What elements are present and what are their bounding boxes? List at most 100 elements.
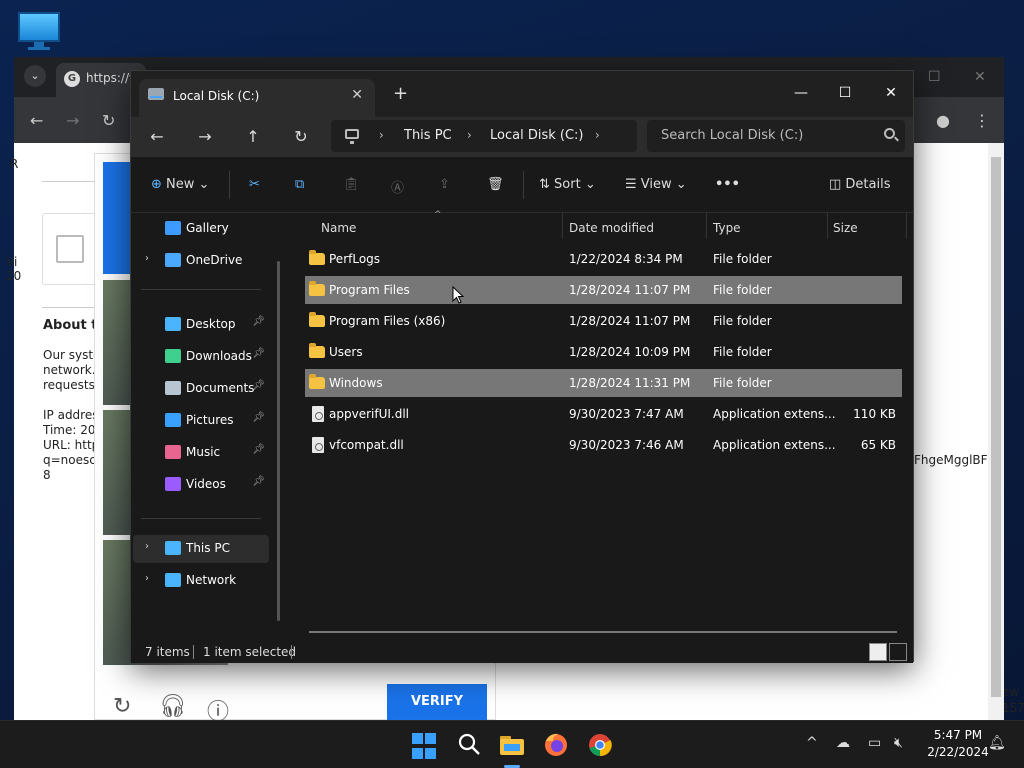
chrome-icon[interactable] bbox=[586, 731, 614, 759]
close-tab-icon[interactable]: ✕ bbox=[351, 87, 363, 103]
browser-close-icon[interactable]: ✕ bbox=[974, 69, 986, 85]
cut-icon[interactable]: ✂ bbox=[249, 177, 260, 192]
browser-maximize-icon[interactable]: ☐ bbox=[928, 69, 941, 85]
nav-item-label: OneDrive bbox=[186, 253, 243, 267]
nav-item-documents[interactable]: Documents 📌︎ bbox=[133, 375, 269, 403]
file-name: Users bbox=[329, 345, 363, 359]
chevron-up-icon[interactable]: ^ bbox=[806, 735, 818, 751]
file-row[interactable]: appverifUI.dll 9/30/2023 7:47 AM Applicati… bbox=[305, 400, 902, 428]
volume-icon[interactable]: 🔇︎ bbox=[894, 735, 903, 751]
file-type: Application extens... bbox=[713, 407, 836, 421]
nav-scrollbar[interactable] bbox=[277, 261, 280, 621]
horizontal-scrollbar[interactable] bbox=[309, 631, 897, 633]
captcha-checkbox[interactable] bbox=[56, 235, 84, 263]
computer-icon bbox=[345, 129, 359, 144]
rename-icon[interactable]: Ⓐ bbox=[391, 177, 404, 196]
copy-icon[interactable]: ⧉ bbox=[295, 177, 304, 192]
file-explorer-icon[interactable] bbox=[498, 731, 526, 759]
browser-back-icon[interactable]: ← bbox=[30, 111, 43, 130]
search-icon[interactable] bbox=[456, 731, 484, 759]
new-tab-icon[interactable]: + bbox=[393, 83, 408, 104]
file-row[interactable]: PerfLogs 1/22/2024 8:34 PM File folder bbox=[305, 245, 902, 273]
nav-item-downloads[interactable]: Downloads 📌︎ bbox=[133, 343, 269, 371]
details-view-icon[interactable] bbox=[869, 643, 887, 661]
headphones-icon[interactable]: 🎧︎ bbox=[159, 694, 187, 719]
taskbar: ^ ☁ ▭ 🔇︎ 5:47 PM 2/22/2024 🔔︎ bbox=[0, 720, 1024, 768]
chevron-right-icon[interactable]: › bbox=[467, 128, 472, 142]
file-row[interactable]: Windows 1/28/2024 11:31 PM File folder bbox=[305, 369, 902, 397]
file-date: 9/30/2023 7:47 AM bbox=[569, 407, 684, 421]
nav-item-label: This PC bbox=[186, 541, 230, 555]
nav-item-videos[interactable]: Videos 📌︎ bbox=[133, 471, 269, 499]
sort-button[interactable]: ⇅ Sort ⌄ bbox=[539, 177, 596, 192]
details-button[interactable]: ◫ Details bbox=[829, 177, 891, 192]
breadcrumb[interactable]: › This PC › Local Disk (C:) › bbox=[331, 120, 637, 152]
download-icon bbox=[165, 349, 181, 363]
nav-item-music[interactable]: Music 📌︎ bbox=[133, 439, 269, 467]
browser-scrollbar[interactable] bbox=[988, 143, 1004, 720]
browser-forward-icon[interactable]: → bbox=[66, 111, 79, 130]
chevron-right-icon[interactable]: › bbox=[595, 128, 600, 142]
videos-icon bbox=[165, 477, 181, 491]
chevron-right-icon[interactable]: › bbox=[145, 253, 149, 264]
new-button[interactable]: ⊕ New ⌄ bbox=[151, 177, 209, 192]
forward-icon[interactable]: → bbox=[193, 125, 217, 149]
column-header-type[interactable]: Type bbox=[713, 221, 741, 235]
verify-button[interactable]: VERIFY bbox=[387, 684, 487, 720]
nav-item-network[interactable]: › Network bbox=[133, 567, 269, 595]
file-date: 1/28/2024 11:07 PM bbox=[569, 283, 691, 297]
chevron-right-icon[interactable]: › bbox=[379, 128, 384, 142]
folder-icon bbox=[309, 374, 325, 389]
file-row[interactable]: Program Files 1/28/2024 11:07 PM File fold… bbox=[305, 276, 902, 304]
desktop-icon bbox=[165, 317, 181, 331]
file-name: Program Files bbox=[329, 283, 410, 297]
nav-item-desktop[interactable]: Desktop 📌︎ bbox=[133, 311, 269, 339]
delete-icon[interactable]: 🗑︎ bbox=[487, 177, 504, 192]
file-name: Program Files (x86) bbox=[329, 314, 446, 328]
search-box[interactable]: Search Local Disk (C:) bbox=[647, 120, 905, 152]
nav-item-gallery[interactable]: Gallery bbox=[133, 215, 269, 243]
tab-search-button[interactable]: ⌄ bbox=[24, 65, 46, 87]
onedrive-icon[interactable]: ☁ bbox=[836, 735, 850, 751]
refresh-icon[interactable]: ↻ bbox=[289, 125, 313, 149]
explorer-tab[interactable]: Local Disk (C:) ✕ bbox=[139, 79, 375, 117]
reload-icon[interactable]: ↻ bbox=[113, 694, 131, 719]
breadcrumb-local-disk[interactable]: Local Disk (C:) bbox=[490, 128, 583, 143]
file-row[interactable]: Users 1/28/2024 10:09 PM File folder bbox=[305, 338, 902, 366]
file-type: Application extens... bbox=[713, 438, 836, 452]
maximize-icon[interactable]: ☐ bbox=[822, 79, 868, 107]
paste-icon[interactable]: 📋︎ bbox=[343, 177, 360, 192]
notification-bell-icon[interactable]: 🔔︎ bbox=[988, 735, 1006, 751]
minimize-icon[interactable]: — bbox=[778, 79, 824, 107]
up-icon[interactable]: ↑ bbox=[241, 125, 265, 149]
network-status-icon[interactable]: ▭ bbox=[868, 735, 881, 751]
more-options-icon[interactable]: ••• bbox=[715, 177, 740, 192]
browser-reload-icon[interactable]: ↻ bbox=[102, 111, 115, 130]
chevron-right-icon[interactable]: › bbox=[145, 573, 149, 584]
nav-item-pictures[interactable]: Pictures 📌︎ bbox=[133, 407, 269, 435]
page-fragment: FhgeMgglBF bbox=[914, 453, 988, 467]
nav-item-label: Videos bbox=[186, 477, 226, 491]
start-button[interactable] bbox=[412, 733, 440, 761]
nav-item-this-pc[interactable]: › This PC bbox=[133, 535, 269, 563]
tiles-view-icon[interactable] bbox=[889, 643, 907, 661]
clock[interactable]: 5:47 PM 2/22/2024 bbox=[918, 727, 998, 761]
column-header-date[interactable]: Date modified bbox=[569, 221, 654, 235]
column-header-size[interactable]: Size bbox=[833, 221, 858, 235]
page-fragment: 20 bbox=[6, 269, 22, 283]
back-icon[interactable]: ← bbox=[145, 125, 169, 149]
this-pc-desktop-icon[interactable] bbox=[18, 12, 60, 50]
firefox-icon[interactable] bbox=[542, 731, 570, 759]
chevron-right-icon[interactable]: › bbox=[145, 541, 149, 552]
browser-menu-icon[interactable]: ⋮ bbox=[974, 111, 990, 130]
nav-item-label: Documents bbox=[186, 381, 255, 395]
breadcrumb-this-pc[interactable]: This PC bbox=[404, 128, 452, 143]
close-icon[interactable]: ✕ bbox=[868, 79, 914, 107]
file-row[interactable]: vfcompat.dll 9/30/2023 7:46 AM Application… bbox=[305, 431, 902, 459]
nav-item-onedrive[interactable]: › OneDrive bbox=[133, 247, 269, 275]
file-row[interactable]: Program Files (x86) 1/28/2024 11:07 PM Fil… bbox=[305, 307, 902, 335]
view-button[interactable]: ☰ View ⌄ bbox=[625, 177, 687, 192]
profile-icon[interactable]: ● bbox=[936, 111, 950, 130]
share-icon[interactable]: ⇪ bbox=[439, 177, 450, 192]
column-header-name[interactable]: Name bbox=[321, 221, 356, 235]
